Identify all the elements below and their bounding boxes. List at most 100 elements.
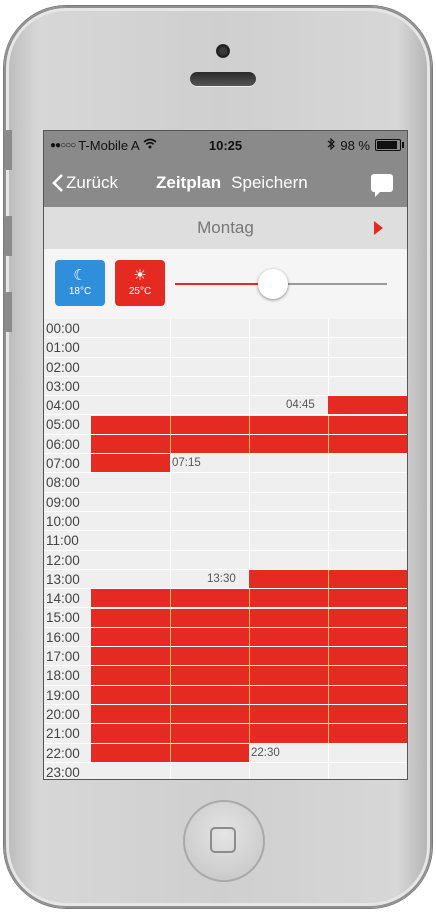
signal-dots-icon: ●●○○○ [50,139,76,151]
hour-row[interactable]: 11:00 [44,531,407,551]
schedule-block[interactable] [91,724,407,743]
mute-switch [4,130,12,170]
hour-label: 00:00 [44,319,93,338]
block-separator [170,434,171,454]
schedule-block[interactable] [91,705,407,724]
schedule-time-label: 22:30 [251,746,280,759]
save-button[interactable]: Speichern [231,173,308,193]
block-separator [249,608,250,627]
hour-label: 13:00 [44,569,93,589]
temperature-bar: ☾ 18°C ☀ 25°C [44,249,407,319]
schedule-block[interactable] [91,589,407,608]
schedule-block[interactable] [91,415,407,434]
schedule-time-label: 13:30 [207,572,236,585]
hour-label: 07:00 [44,454,93,473]
block-separator [328,608,329,627]
block-separator [170,666,171,685]
hour-label: 14:00 [44,589,93,608]
block-separator [170,743,171,762]
day-label: Montag [197,218,254,237]
home-button[interactable] [183,800,265,882]
block-separator [328,569,329,589]
schedule-grid[interactable]: 00:00 01:00 02:00 03:00 04:00 05:00 06:00 07:00… [44,319,407,779]
status-bar: ●●○○○ T-Mobile A 10:25 98 % [44,131,407,159]
schedule-block[interactable] [91,743,249,762]
hour-label: 08:00 [44,473,93,492]
block-separator [328,589,329,608]
hour-label: 10:00 [44,511,93,531]
chat-bubble-icon[interactable] [371,174,393,197]
hour-row[interactable]: 02:00 [44,357,407,377]
cool-temperature-button[interactable]: ☾ 18°C [55,260,105,306]
block-separator [170,647,171,666]
earpiece-speaker [190,72,256,86]
block-separator [170,608,171,627]
hour-label: 16:00 [44,627,93,647]
hour-label: 06:00 [44,434,93,454]
schedule-block[interactable] [91,647,407,666]
schedule-block[interactable] [249,569,407,589]
schedule-block[interactable] [91,666,407,685]
hour-label: 11:00 [44,531,93,550]
back-label: Zurück [66,173,118,192]
schedule-block[interactable] [91,434,407,454]
hour-label: 23:00 [44,762,93,779]
schedule-block[interactable] [91,454,170,473]
schedule-time-label: 07:15 [172,457,201,470]
block-separator [170,589,171,608]
hour-label: 12:00 [44,550,93,569]
block-separator [249,415,250,434]
schedule-block[interactable] [91,685,407,704]
volume-up-button [4,216,12,256]
block-separator [328,705,329,724]
next-day-arrow-icon[interactable] [374,221,383,235]
schedule-block[interactable] [91,627,407,647]
battery-level [377,141,397,149]
hour-row[interactable]: 03:00 [44,376,407,397]
block-separator [328,627,329,647]
moon-icon: ☾ [73,267,87,284]
hour-label: 19:00 [44,685,93,704]
hour-row[interactable]: 23:00 [44,762,407,779]
hour-row[interactable]: 10:00 [44,511,407,532]
hour-label: 22:00 [44,743,93,762]
block-separator [249,627,250,647]
hour-label: 20:00 [44,704,93,724]
back-button[interactable]: Zurück [52,173,118,193]
block-separator [249,666,250,685]
block-separator [170,627,171,647]
hour-row[interactable]: 08:00 [44,473,407,493]
hour-label: 17:00 [44,647,93,666]
schedule-block[interactable] [91,608,407,627]
hour-label: 05:00 [44,415,93,434]
volume-down-button [4,292,12,332]
hour-row[interactable]: 12:00 [44,550,407,570]
day-selector: Montag [44,207,407,249]
hour-row[interactable]: 01:00 [44,338,407,358]
block-separator [249,724,250,743]
schedule-block[interactable] [328,396,407,415]
heat-temperature-button[interactable]: ☀ 25°C [115,260,165,306]
chevron-left-icon [52,174,63,192]
block-separator [328,434,329,454]
cool-temperature-label: 18°C [68,286,92,297]
block-separator [328,724,329,743]
navigation-bar: Zurück Zeitplan Speichern [44,159,407,207]
slider-knob[interactable] [257,269,288,299]
hour-label: 15:00 [44,608,93,627]
block-separator [170,705,171,724]
carrier-name: T-Mobile A [78,137,140,153]
block-separator [328,647,329,666]
hour-label: 04:00 [44,396,93,415]
block-separator [249,705,250,724]
heat-temperature-label: 25°C [128,286,152,297]
hour-label: 21:00 [44,724,93,743]
battery-icon [375,139,404,151]
block-separator [249,647,250,666]
hour-row[interactable]: 00:00 [44,319,407,339]
hour-label: 03:00 [44,376,93,396]
hour-label: 18:00 [44,666,93,685]
block-separator [249,434,250,454]
block-separator [249,685,250,704]
hour-row[interactable]: 09:00 [44,492,407,512]
